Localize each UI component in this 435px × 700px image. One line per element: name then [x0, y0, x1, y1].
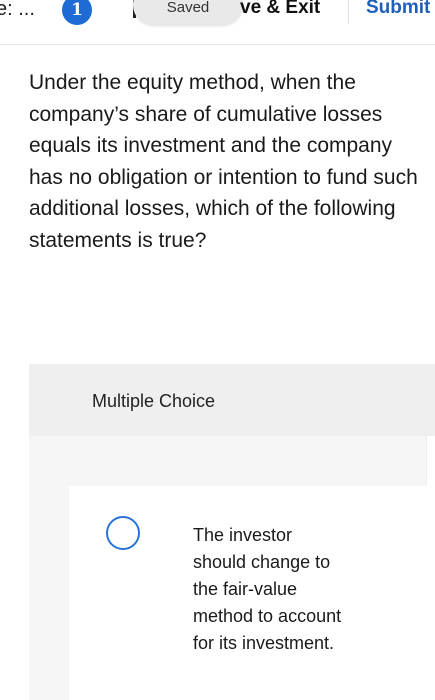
question-number-badge[interactable]: 1: [62, 0, 92, 25]
saved-status-pill: Saved: [133, 0, 243, 26]
toolbar-separator: [348, 0, 349, 24]
save-and-exit-button[interactable]: ve & Exit: [240, 0, 320, 19]
toolbar-truncated-text: e: ...: [0, 0, 35, 20]
multiple-choice-header: Multiple Choice: [29, 364, 435, 436]
saved-status-label: Saved: [166, 0, 210, 16]
top-toolbar: e: ... 1 Saved ve & Exit Submit: [0, 0, 435, 45]
question-text: Under the equity method, when the compan…: [29, 71, 418, 252]
multiple-choice-label: Multiple Choice: [92, 391, 216, 411]
answer-option-radio[interactable]: [106, 516, 140, 550]
page: e: ... 1 Saved ve & Exit Submit Under th…: [0, 0, 435, 700]
answer-option[interactable]: The investor should change to the fair-v…: [69, 486, 435, 700]
submit-button[interactable]: Submit: [366, 0, 430, 19]
answer-option-text[interactable]: The investor should change to the fair-v…: [193, 522, 343, 657]
